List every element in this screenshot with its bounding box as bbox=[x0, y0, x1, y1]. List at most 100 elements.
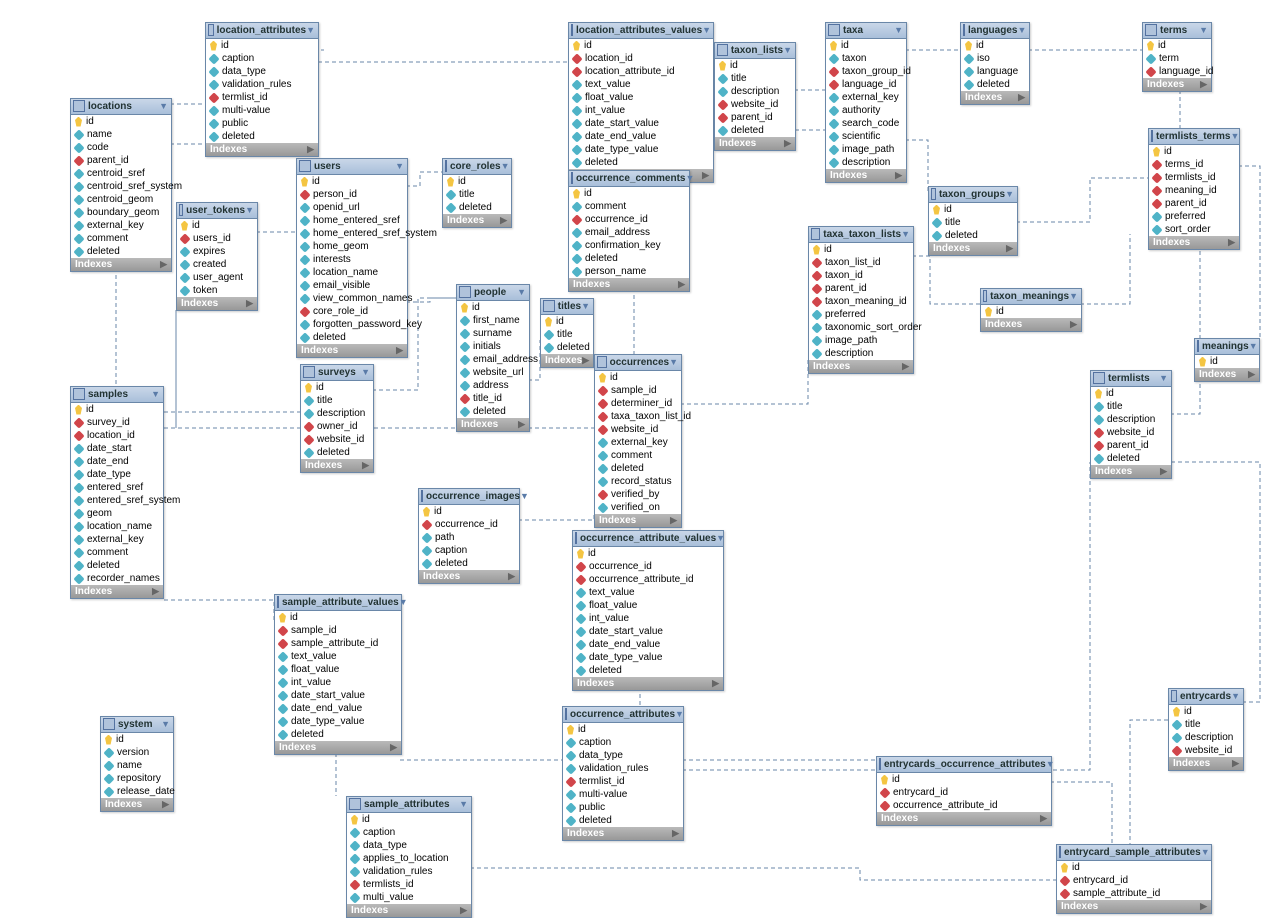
column-row[interactable]: sample_attribute_id bbox=[1057, 887, 1211, 900]
column-row[interactable]: external_key bbox=[71, 219, 171, 232]
column-row[interactable]: website_id bbox=[715, 98, 795, 111]
column-row[interactable]: data_type bbox=[563, 749, 683, 762]
column-row[interactable]: language bbox=[961, 65, 1029, 78]
table-header-samples[interactable]: samples▼ bbox=[71, 387, 163, 403]
column-row[interactable]: search_code bbox=[826, 117, 906, 130]
expand-icon[interactable]: ▶ bbox=[152, 586, 159, 597]
column-row[interactable]: multi_value bbox=[347, 891, 471, 904]
table-header-entrycard_sample_attributes[interactable]: entrycard_sample_attributes▼ bbox=[1057, 845, 1211, 861]
collapse-icon[interactable]: ▼ bbox=[361, 367, 370, 377]
indexes-section[interactable]: Indexes▶ bbox=[71, 258, 171, 271]
table-locations[interactable]: locations▼idnamecodeparent_idcentroid_sr… bbox=[70, 98, 172, 272]
collapse-icon[interactable]: ▼ bbox=[783, 45, 792, 55]
column-row[interactable]: title bbox=[929, 216, 1017, 229]
column-row[interactable]: scientific bbox=[826, 130, 906, 143]
collapse-icon[interactable]: ▼ bbox=[1159, 373, 1168, 383]
collapse-icon[interactable]: ▼ bbox=[151, 389, 160, 399]
table-header-taxon_groups[interactable]: taxon_groups▼ bbox=[929, 187, 1017, 203]
column-row[interactable]: entered_sref_system bbox=[71, 494, 163, 507]
collapse-icon[interactable]: ▼ bbox=[161, 719, 170, 729]
column-row[interactable]: website_id bbox=[301, 433, 373, 446]
column-row[interactable]: taxon_meaning_id bbox=[809, 295, 913, 308]
indexes-section[interactable]: Indexes▶ bbox=[877, 812, 1051, 825]
column-row[interactable]: public bbox=[563, 801, 683, 814]
table-header-meanings[interactable]: meanings▼ bbox=[1195, 339, 1259, 355]
collapse-icon[interactable]: ▼ bbox=[1017, 25, 1026, 35]
column-row[interactable]: deleted bbox=[929, 229, 1017, 242]
table-taxon_groups[interactable]: taxon_groups▼idtitledeletedIndexes▶ bbox=[928, 186, 1018, 256]
collapse-icon[interactable]: ▼ bbox=[702, 25, 711, 35]
column-row[interactable]: caption bbox=[419, 544, 519, 557]
column-row[interactable]: determiner_id bbox=[595, 397, 681, 410]
column-row[interactable]: termlists_id bbox=[347, 878, 471, 891]
column-row[interactable]: forgotten_password_key bbox=[297, 318, 407, 331]
column-row[interactable]: termlists_id bbox=[1149, 171, 1239, 184]
table-header-occurrence_images[interactable]: occurrence_images▼ bbox=[419, 489, 519, 505]
column-row[interactable]: id bbox=[177, 219, 257, 232]
column-row[interactable]: date_end_value bbox=[569, 130, 713, 143]
column-row[interactable]: initials bbox=[457, 340, 529, 353]
column-row[interactable]: deleted bbox=[297, 331, 407, 344]
column-row[interactable]: email_address bbox=[457, 353, 529, 366]
column-row[interactable]: text_value bbox=[573, 586, 723, 599]
column-row[interactable]: website_id bbox=[1169, 744, 1243, 757]
table-header-languages[interactable]: languages▼ bbox=[961, 23, 1029, 39]
indexes-section[interactable]: Indexes▶ bbox=[457, 418, 529, 431]
collapse-icon[interactable]: ▼ bbox=[716, 533, 725, 543]
table-header-system[interactable]: system▼ bbox=[101, 717, 173, 733]
expand-icon[interactable]: ▶ bbox=[396, 345, 403, 356]
table-system[interactable]: system▼idversionnamerepositoryrelease_da… bbox=[100, 716, 174, 812]
column-row[interactable]: survey_id bbox=[71, 416, 163, 429]
column-row[interactable]: website_url bbox=[457, 366, 529, 379]
table-sample_attribute_values[interactable]: sample_attribute_values▼idsample_idsampl… bbox=[274, 594, 402, 755]
column-row[interactable]: website_id bbox=[595, 423, 681, 436]
column-row[interactable]: data_type bbox=[206, 65, 318, 78]
collapse-icon[interactable]: ▼ bbox=[1069, 291, 1078, 301]
collapse-icon[interactable]: ▼ bbox=[1249, 341, 1258, 351]
table-header-locations[interactable]: locations▼ bbox=[71, 99, 171, 115]
expand-icon[interactable]: ▶ bbox=[712, 678, 719, 689]
column-row[interactable]: multi-value bbox=[563, 788, 683, 801]
column-row[interactable]: home_entered_sref bbox=[297, 214, 407, 227]
expand-icon[interactable]: ▶ bbox=[162, 799, 169, 810]
column-row[interactable]: sample_id bbox=[275, 624, 401, 637]
collapse-icon[interactable]: ▼ bbox=[245, 205, 254, 215]
table-languages[interactable]: languages▼idisolanguagedeletedIndexes▶ bbox=[960, 22, 1030, 105]
expand-icon[interactable]: ▶ bbox=[1006, 243, 1013, 254]
table-header-user_tokens[interactable]: user_tokens▼ bbox=[177, 203, 257, 219]
column-row[interactable]: title bbox=[443, 188, 511, 201]
column-row[interactable]: description bbox=[1169, 731, 1243, 744]
table-header-sample_attributes[interactable]: sample_attributes▼ bbox=[347, 797, 471, 813]
column-row[interactable]: deleted bbox=[569, 252, 689, 265]
column-row[interactable]: id bbox=[595, 371, 681, 384]
column-row[interactable]: language_id bbox=[826, 78, 906, 91]
expand-icon[interactable]: ▶ bbox=[902, 361, 909, 372]
indexes-section[interactable]: Indexes▶ bbox=[101, 798, 173, 811]
expand-icon[interactable]: ▶ bbox=[1018, 92, 1025, 103]
column-row[interactable]: users_id bbox=[177, 232, 257, 245]
indexes-section[interactable]: Indexes▶ bbox=[981, 318, 1081, 331]
column-row[interactable]: termlist_id bbox=[206, 91, 318, 104]
expand-icon[interactable]: ▶ bbox=[1070, 319, 1077, 330]
column-row[interactable]: int_value bbox=[573, 612, 723, 625]
column-row[interactable]: taxon_list_id bbox=[809, 256, 913, 269]
column-row[interactable]: image_path bbox=[809, 334, 913, 347]
table-header-occurrence_comments[interactable]: occurrence_comments▼ bbox=[569, 171, 689, 187]
column-row[interactable]: version bbox=[101, 746, 173, 759]
expand-icon[interactable]: ▶ bbox=[500, 215, 507, 226]
column-row[interactable]: caption bbox=[563, 736, 683, 749]
column-row[interactable]: id bbox=[981, 305, 1081, 318]
column-row[interactable]: recorder_names bbox=[71, 572, 163, 585]
column-row[interactable]: email_address bbox=[569, 226, 689, 239]
table-occurrence_attribute_values[interactable]: occurrence_attribute_values▼idoccurrence… bbox=[572, 530, 724, 691]
column-row[interactable]: deleted bbox=[206, 130, 318, 143]
table-header-taxon_lists[interactable]: taxon_lists▼ bbox=[715, 43, 795, 59]
collapse-icon[interactable]: ▼ bbox=[517, 287, 526, 297]
indexes-section[interactable]: Indexes▶ bbox=[929, 242, 1017, 255]
indexes-section[interactable]: Indexes▶ bbox=[573, 677, 723, 690]
column-row[interactable]: taxon_group_id bbox=[826, 65, 906, 78]
indexes-section[interactable]: Indexes▶ bbox=[563, 827, 683, 840]
collapse-icon[interactable]: ▼ bbox=[1201, 847, 1210, 857]
column-row[interactable]: occurrence_id bbox=[419, 518, 519, 531]
table-header-terms[interactable]: terms▼ bbox=[1143, 23, 1211, 39]
